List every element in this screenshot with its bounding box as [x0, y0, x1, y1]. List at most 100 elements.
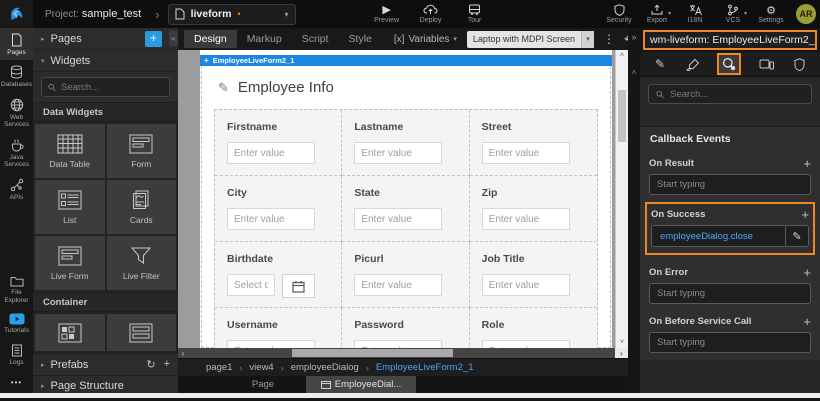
rail-item-java-services[interactable]: Java Services [0, 133, 33, 173]
rail-item-databases[interactable]: Databases [0, 60, 33, 92]
prefabs-section-header[interactable]: ▸ Prefabs ↻ + [33, 353, 178, 375]
selected-widget-bar[interactable]: + EmployeeLiveForm2_1 [200, 55, 612, 66]
rail-item-tutorials[interactable]: Tutorials [0, 308, 33, 338]
breadcrumb-employeeliveform[interactable]: EmployeeLiveForm2_1 [376, 362, 474, 373]
deploy-button[interactable]: Deploy [412, 4, 450, 24]
widget-layout[interactable] [107, 314, 177, 351]
on-error-input[interactable] [649, 283, 811, 304]
pencil-icon: ✎ [655, 57, 665, 71]
device-selector[interactable]: Laptop with MDPI Screen ▾ [467, 31, 594, 48]
username-input[interactable] [227, 340, 315, 348]
edit-on-success-button[interactable]: ✎ [785, 225, 809, 247]
more-options-icon[interactable]: ⋮ [603, 33, 615, 45]
on-result-input[interactable] [649, 174, 811, 195]
add-on-success-icon[interactable]: + [801, 207, 809, 222]
scroll-down-icon[interactable]: ˅ [616, 339, 628, 346]
widget-live-form[interactable]: Live Form [35, 236, 105, 290]
tab-security[interactable] [791, 56, 808, 73]
on-success-value[interactable]: employeeDialog.close [651, 225, 785, 247]
tab-page[interactable]: Page [220, 376, 306, 393]
app-logo[interactable] [0, 0, 33, 28]
scroll-right-icon[interactable]: › [615, 348, 628, 358]
collapse-right-icon[interactable]: » [631, 32, 636, 42]
tab-events[interactable] [717, 53, 741, 75]
canvas-page[interactable]: + EmployeeLiveForm2_1 ✎ Employee Info Fi… [200, 50, 612, 348]
widget-data-table[interactable]: Data Table [35, 124, 105, 178]
horizontal-scroll-thumb[interactable] [292, 349, 454, 357]
tab-script[interactable]: Script [292, 30, 339, 48]
street-input[interactable] [482, 142, 570, 164]
i18n-button[interactable]: I18N [676, 4, 714, 24]
tab-style[interactable]: Style [339, 30, 382, 48]
add-on-before-service-call-icon[interactable]: + [803, 314, 811, 329]
rail-item-pages[interactable]: Pages [0, 28, 33, 60]
events-search-gear-icon [722, 57, 736, 71]
breadcrumb-employeedialog[interactable]: employeeDialog [291, 362, 359, 373]
vcs-button[interactable]: ▾ VCS [714, 4, 752, 24]
add-prefab-icon[interactable]: + [164, 358, 170, 371]
tab-devices[interactable] [756, 56, 777, 72]
breadcrumb-view4[interactable]: view4 [249, 362, 273, 373]
refresh-icon[interactable]: ↻ [146, 358, 155, 371]
widget-cards[interactable]: Cards [107, 180, 177, 234]
scroll-up-icon[interactable]: ˄ [616, 52, 628, 59]
tab-styles[interactable] [683, 56, 703, 73]
state-input[interactable] [354, 208, 442, 230]
tab-markup[interactable]: Markup [237, 30, 292, 48]
top-menu: Security ▾ Export I18N ▾ VC [600, 4, 820, 24]
rail-item-apis[interactable]: APIs [0, 173, 33, 205]
tab-employee-dialog[interactable]: EmployeeDial... [306, 376, 416, 393]
widget-form[interactable]: Form [107, 124, 177, 178]
add-on-error-icon[interactable]: + [803, 265, 811, 280]
tab-design[interactable]: Design [184, 30, 237, 48]
export-button[interactable]: ▾ Export [638, 4, 676, 24]
security-button[interactable]: Security [600, 4, 638, 24]
tour-button[interactable]: Tour [456, 4, 494, 24]
liveform-widget[interactable]: ✎ Employee Info Firstname Lastname [201, 66, 611, 348]
pages-section-header[interactable]: ▸ Pages + « [33, 28, 178, 50]
tab-properties[interactable]: ✎ [652, 55, 668, 73]
jobtitle-input[interactable] [482, 274, 570, 296]
field-username: Username [215, 308, 342, 348]
plus-icon: + [204, 56, 209, 65]
widget-grid-layout[interactable] [35, 314, 105, 351]
caret-right-icon: ▸ [41, 361, 45, 369]
lastname-input[interactable] [354, 142, 442, 164]
page-selector[interactable]: liveform • ▾ [168, 4, 296, 25]
add-on-result-icon[interactable]: + [803, 156, 811, 171]
scroll-up-icon[interactable]: ˄ [632, 68, 637, 77]
widget-live-filter[interactable]: Live Filter [107, 236, 177, 290]
on-before-service-call-input[interactable] [649, 332, 811, 353]
vertical-scroll-thumb[interactable] [618, 90, 626, 142]
picurl-input[interactable] [354, 274, 442, 296]
zip-input[interactable] [482, 208, 570, 230]
rail-overflow-button[interactable]: ••• [0, 370, 33, 393]
role-input[interactable] [482, 340, 570, 348]
collapse-panel-icon[interactable]: « [169, 31, 178, 46]
properties-search-input[interactable] [670, 89, 804, 100]
widget-search-input[interactable] [61, 82, 163, 93]
calendar-button[interactable] [282, 274, 315, 298]
preview-button[interactable]: ▶ Preview [368, 4, 406, 24]
page-structure-header[interactable]: ▸ Page Structure [33, 375, 178, 393]
firstname-input[interactable] [227, 142, 315, 164]
widgets-section-header[interactable]: ▾ Widgets [33, 50, 178, 72]
logs-icon [11, 344, 23, 357]
on-result-row: On Result + [649, 153, 811, 174]
breadcrumb: page1 › view4 › employeeDialog › Employe… [178, 358, 628, 376]
vertical-scrollbar[interactable]: ˄ ˅ [615, 50, 628, 348]
add-page-button[interactable]: + [145, 31, 162, 47]
city-input[interactable] [227, 208, 315, 230]
settings-button[interactable]: ⚙ Settings [752, 4, 790, 24]
password-input[interactable] [354, 340, 442, 348]
birthdate-input[interactable] [227, 274, 275, 296]
variables-button[interactable]: [x] Variables ▾ [394, 34, 457, 45]
rail-item-web-services[interactable]: Web Services [0, 93, 33, 133]
scroll-left-icon[interactable]: ‹ [178, 348, 188, 358]
rail-item-logs[interactable]: Logs [0, 339, 33, 370]
rail-item-file-explorer[interactable]: File Explorer [0, 270, 33, 308]
widget-list[interactable]: List [35, 180, 105, 234]
breadcrumb-page1[interactable]: page1 [206, 362, 232, 373]
user-avatar[interactable]: AR [796, 4, 816, 24]
horizontal-scrollbar[interactable]: ‹ [178, 348, 615, 358]
